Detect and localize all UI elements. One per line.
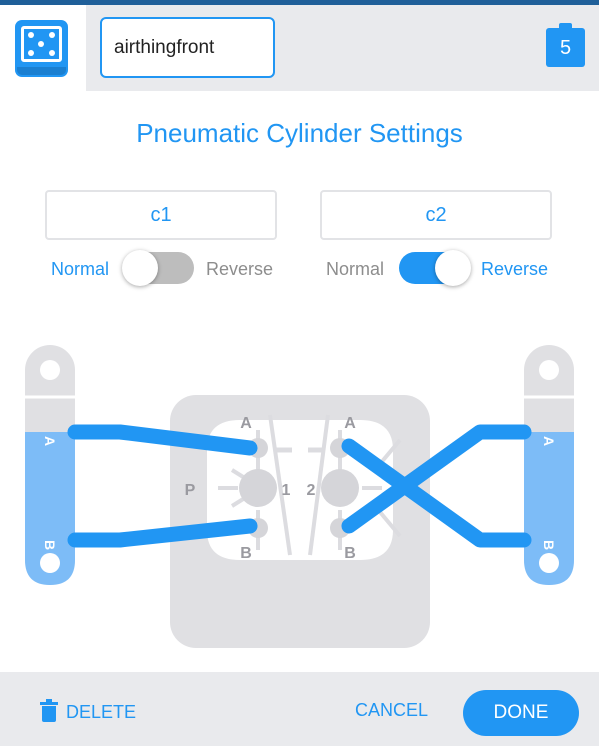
- cylinder-2-port-a-label: A: [541, 436, 557, 446]
- header: 5: [0, 5, 599, 91]
- board-icon[interactable]: [15, 20, 68, 77]
- toggle-knob: [122, 250, 158, 286]
- clipboard-badge[interactable]: 5: [546, 23, 585, 67]
- delete-button[interactable]: DELETE: [40, 699, 137, 724]
- valve-1-port-a-label: A: [240, 415, 252, 432]
- cylinder-1-port-b-label: B: [42, 540, 58, 550]
- cylinder-2-direction-toggle[interactable]: [399, 250, 471, 286]
- valve-2-port-b-label: B: [344, 545, 356, 562]
- cylinder-1-name-field[interactable]: c1: [45, 190, 277, 240]
- footer: DELETE CANCEL DONE: [0, 672, 599, 746]
- valve-1-port-b-label: B: [240, 545, 252, 562]
- pneumatic-diagram: A A B B P 1 2 A B A B: [25, 345, 574, 648]
- toggle-knob: [435, 250, 471, 286]
- valve-p-label: P: [185, 482, 196, 499]
- cylinder-2-port-b-label: B: [541, 540, 557, 550]
- cylinder-1-direction-toggle[interactable]: [122, 250, 194, 286]
- delete-label: DELETE: [66, 701, 137, 722]
- valve-2-port-a-label: A: [344, 415, 356, 432]
- page-title: Pneumatic Cylinder Settings: [136, 118, 463, 148]
- trash-icon: [40, 699, 58, 722]
- cancel-button[interactable]: CANCEL: [355, 700, 428, 721]
- valve-1-number: 1: [282, 482, 291, 499]
- cylinder-2-normal-label: Normal: [326, 259, 385, 279]
- cylinder-1-normal-label: Normal: [51, 259, 110, 279]
- cylinder-1-port-a-label: A: [42, 436, 58, 446]
- done-button[interactable]: DONE: [463, 690, 579, 736]
- valve-2-number: 2: [307, 482, 316, 499]
- cylinder-2-name-field[interactable]: c2: [320, 190, 552, 240]
- cylinder-2-reverse-label: Reverse: [481, 259, 549, 279]
- board-name-input[interactable]: [100, 17, 275, 78]
- cylinder-1-reverse-label: Reverse: [206, 259, 274, 279]
- board-tab[interactable]: [0, 5, 86, 91]
